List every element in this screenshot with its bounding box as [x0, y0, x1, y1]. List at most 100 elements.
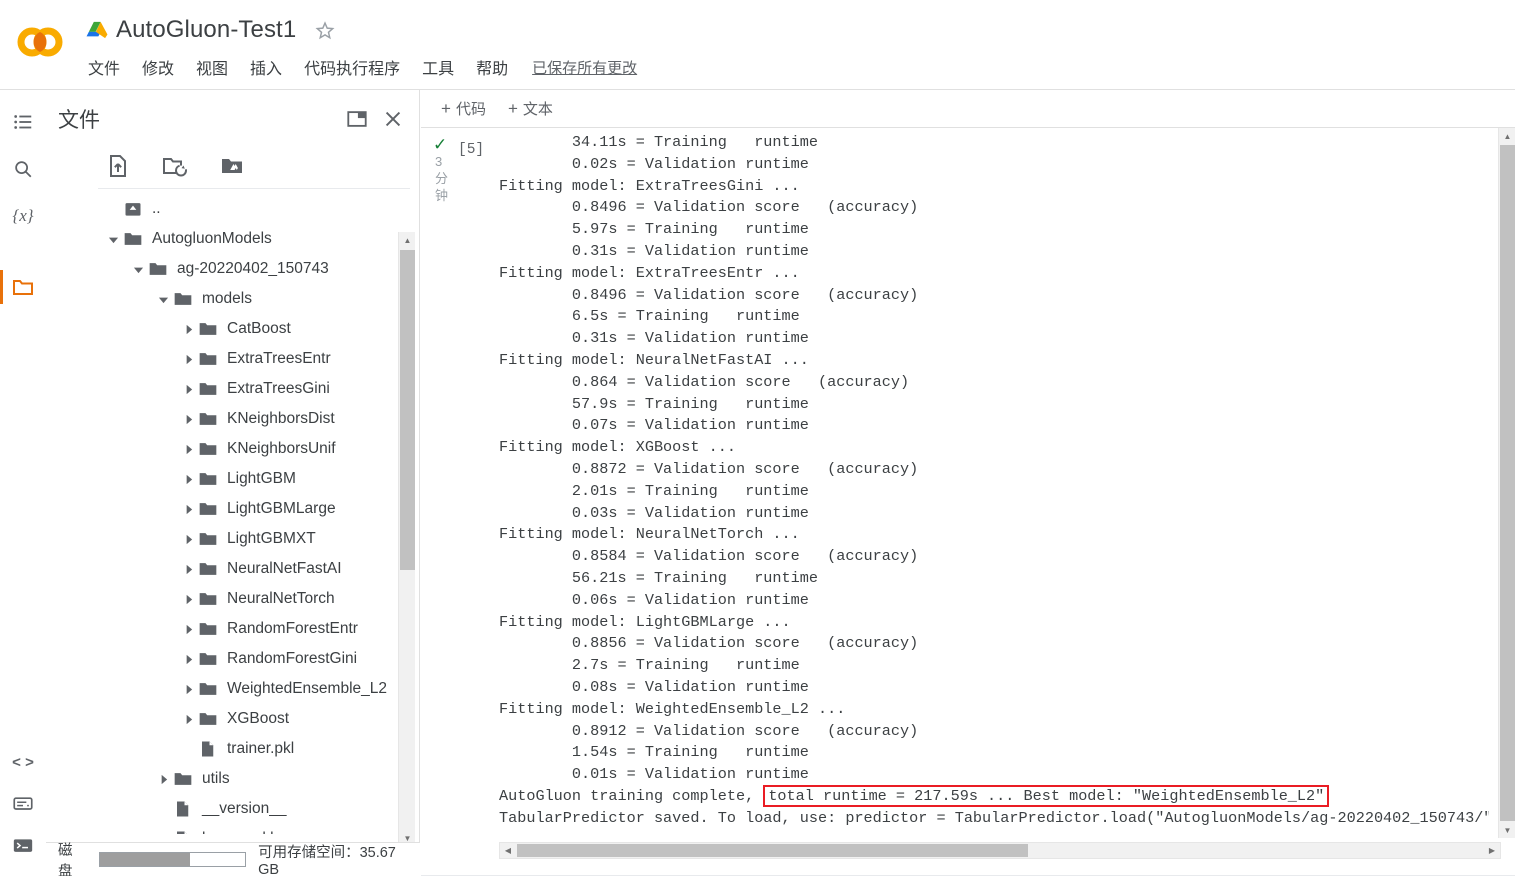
file-tree-item-label: CatBoost [227, 320, 291, 337]
output-line: 34.11s = Training runtime [499, 133, 818, 151]
output-line: 1.54s = Training runtime [499, 743, 809, 762]
close-panel-button[interactable] [379, 105, 407, 133]
file-tree-item-XGBoost[interactable]: XGBoost [46, 704, 404, 734]
file-tree-item-label: AutogluonModels [152, 230, 272, 247]
menu-help[interactable]: 帮助 [474, 54, 510, 80]
terminal-icon[interactable] [9, 832, 37, 860]
output-line: 0.8856 = Validation score (accuracy) [499, 634, 919, 653]
chevron-right-icon[interactable] [179, 680, 197, 698]
chevron-right-icon[interactable] [179, 620, 197, 638]
file-tree-item-NeuralNetFastAI[interactable]: NeuralNetFastAI [46, 554, 404, 584]
file-tree-item-LightGBMLarge[interactable]: LightGBMLarge [46, 494, 404, 524]
file-tree-item-LightGBM[interactable]: LightGBM [46, 464, 404, 494]
file-tree-item-ag20220402_150743[interactable]: ag-20220402_150743 [46, 254, 404, 284]
chevron-right-icon[interactable] [179, 380, 197, 398]
files-panel-toolbar [46, 144, 420, 188]
output-line: Fitting model: ExtraTreesGini ... [499, 176, 800, 195]
star-outline-icon[interactable] [314, 19, 336, 41]
chevron-right-icon[interactable] [179, 530, 197, 548]
output-line-training-complete: AutoGluon training complete, total runti… [499, 784, 1489, 808]
table-of-contents-icon[interactable] [9, 108, 37, 136]
chevron-right-icon[interactable] [179, 590, 197, 608]
folder-icon [172, 768, 194, 790]
menu-runtime[interactable]: 代码执行程序 [302, 54, 402, 80]
file-tree-scrollbar[interactable]: ▲ ▼ [398, 232, 415, 846]
file-tree-item-ExtraTreesGini[interactable]: ExtraTreesGini [46, 374, 404, 404]
page-title[interactable]: AutoGluon-Test1 [116, 16, 296, 44]
file-tree-item-label: NeuralNetTorch [227, 590, 335, 607]
output-horizontal-scrollbar-thumb[interactable] [517, 844, 1028, 857]
file-tree-item-__version__[interactable]: __version__ [46, 794, 404, 824]
menu-insert[interactable]: 插入 [248, 54, 284, 80]
chevron-down-icon[interactable] [154, 290, 172, 308]
file-tree-item-LightGBMXT[interactable]: LightGBMXT [46, 524, 404, 554]
refresh-folder-icon[interactable] [159, 150, 191, 182]
file-tree-item-NeuralNetTorch[interactable]: NeuralNetTorch [46, 584, 404, 614]
output-line-predictor-saved: TabularPredictor saved. To load, use: pr… [499, 808, 1489, 827]
saved-status-link[interactable]: 已保存所有更改 [532, 57, 637, 78]
upload-file-icon[interactable] [102, 150, 134, 182]
add-code-cell-button[interactable]: + 代码 [435, 96, 492, 121]
file-tree-item-KNeighborsDist[interactable]: KNeighborsDist [46, 404, 404, 434]
output-line: Fitting model: ExtraTreesEntr ... [499, 263, 800, 282]
output-vertical-scrollbar[interactable]: ▲ ▼ [1498, 128, 1515, 838]
open-in-new-window-button[interactable] [343, 105, 371, 133]
chevron-down-icon[interactable] [104, 230, 122, 248]
chevron-right-icon[interactable] [179, 440, 197, 458]
file-tree-item-label: ExtraTreesEntr [227, 350, 331, 367]
folder-icon [197, 588, 219, 610]
menu-view[interactable]: 视图 [194, 54, 230, 80]
folder-icon [197, 528, 219, 550]
file-tree-item-trainerpkl[interactable]: trainer.pkl [46, 734, 404, 764]
file-tree-item-KNeighborsUnif[interactable]: KNeighborsUnif [46, 434, 404, 464]
chevron-right-icon[interactable] [179, 470, 197, 488]
caret-spacer [154, 830, 172, 834]
menu-edit[interactable]: 修改 [140, 54, 176, 80]
output-horizontal-scrollbar[interactable]: ◀ ▶ [499, 842, 1501, 859]
file-tree-item-models[interactable]: models [46, 284, 404, 314]
cell-elapsed-unit-1: 分 [435, 171, 449, 186]
menu-file[interactable]: 文件 [86, 54, 122, 80]
output-scroll-right-arrow[interactable]: ▶ [1484, 843, 1500, 858]
chevron-right-icon[interactable] [179, 500, 197, 518]
file-icon [172, 828, 194, 834]
file-tree-item-[interactable]: .. [46, 194, 404, 224]
disk-status-bar: 磁盘 可用存储空间：35.67 GB [46, 842, 420, 876]
file-tree-item-CatBoost[interactable]: CatBoost [46, 314, 404, 344]
mount-drive-icon[interactable] [216, 150, 248, 182]
chevron-right-icon[interactable] [154, 770, 172, 788]
output-line: 0.8872 = Validation score (accuracy) [499, 459, 919, 478]
file-tree-item-RandomForestEntr[interactable]: RandomForestEntr [46, 614, 404, 644]
output-vertical-scrollbar-thumb[interactable] [1500, 145, 1515, 821]
colab-logo[interactable] [14, 16, 66, 68]
file-tree-item-learnerpkl[interactable]: learner.pkl [46, 824, 404, 834]
file-tree-item-label: KNeighborsUnif [227, 440, 336, 457]
folder-icon [197, 498, 219, 520]
output-scroll-down-arrow[interactable]: ▼ [1499, 822, 1515, 838]
files-folder-icon[interactable] [9, 273, 37, 301]
file-tree-item-utils[interactable]: utils [46, 764, 404, 794]
file-tree-scrollbar-thumb[interactable] [400, 250, 415, 570]
add-text-cell-button[interactable]: + 文本 [502, 96, 559, 121]
output-scroll-left-arrow[interactable]: ◀ [500, 843, 516, 858]
parent-directory-icon [122, 198, 144, 220]
code-snippets-icon[interactable]: < > [9, 748, 37, 776]
command-palette-icon[interactable] [9, 790, 37, 818]
file-tree-item-ExtraTreesEntr[interactable]: ExtraTreesEntr [46, 344, 404, 374]
file-tree-item-WeightedEnsemble_L2[interactable]: WeightedEnsemble_L2 [46, 674, 404, 704]
search-icon[interactable] [9, 155, 37, 183]
file-tree-item-RandomForestGini[interactable]: RandomForestGini [46, 644, 404, 674]
output-scroll-up-arrow[interactable]: ▲ [1499, 128, 1515, 144]
chevron-right-icon[interactable] [179, 560, 197, 578]
chevron-right-icon[interactable] [179, 410, 197, 428]
variables-icon[interactable]: {x} [9, 202, 37, 230]
cell-execution-count: [5] [458, 142, 485, 158]
chevron-right-icon[interactable] [179, 710, 197, 728]
chevron-right-icon[interactable] [179, 650, 197, 668]
file-tree-scroll-up-arrow[interactable]: ▲ [399, 232, 416, 248]
chevron-right-icon[interactable] [179, 320, 197, 338]
chevron-right-icon[interactable] [179, 350, 197, 368]
file-tree-item-AutogluonModels[interactable]: AutogluonModels [46, 224, 404, 254]
chevron-down-icon[interactable] [129, 260, 147, 278]
menu-tools[interactable]: 工具 [420, 54, 456, 80]
